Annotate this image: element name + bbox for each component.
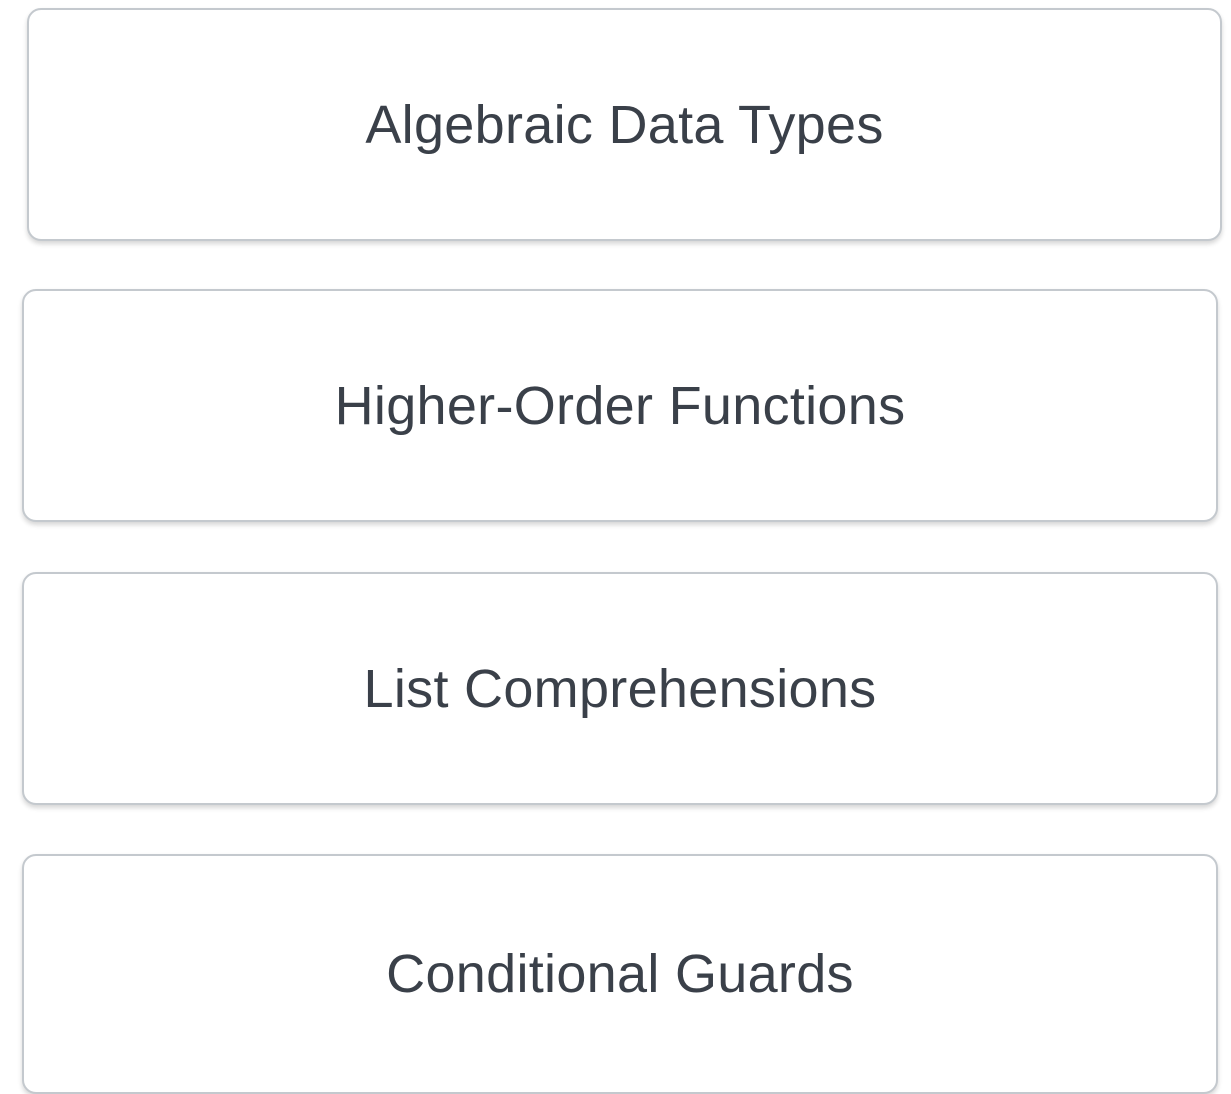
option-card-higher-order-functions[interactable]: Higher-Order Functions bbox=[22, 289, 1218, 522]
option-card-conditional-guards[interactable]: Conditional Guards bbox=[22, 854, 1218, 1094]
option-label: Algebraic Data Types bbox=[365, 94, 884, 155]
option-card-list-comprehensions[interactable]: List Comprehensions bbox=[22, 572, 1218, 805]
option-card-algebraic-data-types[interactable]: Algebraic Data Types bbox=[27, 8, 1222, 241]
option-label: List Comprehensions bbox=[363, 658, 877, 719]
option-label: Higher-Order Functions bbox=[334, 375, 906, 436]
option-list: Algebraic Data Types Higher-Order Functi… bbox=[0, 0, 1231, 1094]
option-label: Conditional Guards bbox=[386, 944, 854, 1004]
